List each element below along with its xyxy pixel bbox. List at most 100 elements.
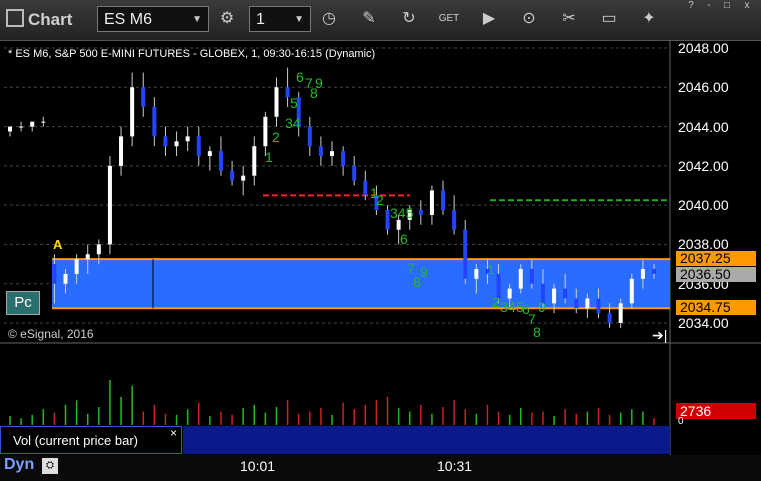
tpo-digit: 34 xyxy=(285,115,301,131)
candle-body xyxy=(563,288,568,299)
price-chart[interactable]: 6 7 98534211234567 9812 3 4 56 978 xyxy=(0,40,761,481)
candle-body xyxy=(352,165,357,181)
candle-body xyxy=(474,268,479,279)
price-axis-label: 2048.00 xyxy=(678,40,729,56)
time-axis xyxy=(0,455,761,481)
price-axis-label: 2040.00 xyxy=(678,197,729,214)
candle-body xyxy=(441,190,446,211)
tpo-digit: 9 xyxy=(420,264,428,280)
candle-body xyxy=(463,229,468,279)
price-axis-label: 2044.00 xyxy=(678,118,729,135)
candle-body xyxy=(119,136,124,166)
tpo-digit: 1 xyxy=(487,261,495,277)
candle-body xyxy=(385,210,390,230)
gear-icon[interactable]: ⚙ xyxy=(214,7,240,31)
candle-body xyxy=(585,298,590,309)
tpo-digit: 8 xyxy=(533,324,541,340)
candle-body xyxy=(518,268,523,289)
copyright: © eSignal, 2016 xyxy=(8,327,94,341)
volume-axis-zero: 0 xyxy=(678,416,684,427)
twitter-icon[interactable]: ✦ xyxy=(636,7,662,31)
get-icon[interactable]: GET xyxy=(436,7,462,31)
time-label: 10:01 xyxy=(240,458,276,474)
candle-body xyxy=(207,151,212,157)
candle-body xyxy=(341,151,346,166)
minimize-button[interactable]: - xyxy=(701,0,717,12)
candle-body xyxy=(107,165,112,245)
dyn-label[interactable]: Dyn xyxy=(4,456,34,474)
play-icon[interactable]: ▶ xyxy=(476,7,502,31)
candle-body xyxy=(574,298,579,309)
price-axis-label: 2042.00 xyxy=(678,157,729,174)
app-title-text: Chart xyxy=(28,10,73,29)
symbol-input[interactable]: ES M6 ▼ xyxy=(97,6,209,32)
candle-body xyxy=(52,264,57,284)
candle-body xyxy=(130,87,135,137)
toolbar: Chart ES M6 ▼ ⚙ 1 ▼ ◷ ✎ ↻ GET ▶ ⊙ ✂ ▭ ✦ ? … xyxy=(0,0,761,41)
tpo-digit: 2 xyxy=(492,294,500,310)
value-area-high-tag: 2037.25 xyxy=(676,251,756,266)
tpo-digit: 3 xyxy=(500,299,508,315)
lock-icon[interactable]: ⛭ xyxy=(42,458,58,474)
volume-panel-label[interactable]: Vol (current price bar) xyxy=(0,426,182,454)
tpo-digit: 6 xyxy=(400,231,408,247)
value-area-low-tag: 2034.75 xyxy=(676,300,756,315)
link-icon[interactable]: ✂ xyxy=(556,7,582,31)
candle-body xyxy=(252,146,257,176)
candle-body xyxy=(63,273,68,284)
candle-body xyxy=(607,313,612,323)
tpo-digit: 6 xyxy=(296,69,304,85)
candle-body xyxy=(30,121,35,127)
candle-body xyxy=(596,298,601,314)
candle-body xyxy=(85,254,90,260)
maximize-button[interactable]: □ xyxy=(719,0,735,12)
close-button[interactable]: x xyxy=(739,0,755,12)
last-price-tag: 2036.50 xyxy=(676,267,756,282)
pc-button[interactable]: Pc xyxy=(6,291,40,315)
candle-body xyxy=(141,87,146,107)
cursor-icon[interactable]: ⊙ xyxy=(516,7,542,31)
tpo-digit: 1 xyxy=(265,149,273,165)
chevron-down-icon[interactable]: ▼ xyxy=(294,7,304,33)
candle-body xyxy=(629,278,634,304)
candle-body xyxy=(363,180,368,196)
candle-body xyxy=(8,126,12,132)
candle-body xyxy=(507,288,512,299)
candle-body xyxy=(452,210,457,230)
candle-body xyxy=(618,303,623,323)
close-icon[interactable]: × xyxy=(170,426,177,440)
scroll-to-end-icon[interactable]: ➔| xyxy=(652,327,667,344)
tpo-digit: 5 xyxy=(290,95,298,111)
pencil-icon[interactable]: ✎ xyxy=(356,7,382,31)
candle-body xyxy=(330,151,334,157)
candle-body xyxy=(640,268,645,279)
volume-panel-bar xyxy=(183,426,670,454)
candle-body xyxy=(652,268,656,274)
candle-body xyxy=(185,136,190,142)
candle-body xyxy=(230,170,235,181)
candle-body xyxy=(552,288,557,304)
tpo-digit: 2 xyxy=(376,192,384,208)
candle-body xyxy=(174,141,179,147)
refresh-icon[interactable]: ↻ xyxy=(396,7,422,31)
candle-body xyxy=(274,87,279,117)
help-button[interactable]: ? xyxy=(683,0,699,12)
interval-input[interactable]: 1 ▼ xyxy=(249,6,311,32)
tpo-digit: 4 xyxy=(508,299,516,315)
clock-icon[interactable]: ◷ xyxy=(316,7,342,31)
candle-body xyxy=(396,219,401,230)
volume-tag: 2736 xyxy=(676,403,756,419)
candle-body xyxy=(152,106,157,137)
tpo-digit: 8 xyxy=(310,85,318,101)
chart-window-icon xyxy=(6,9,24,27)
tpo-digit: 8 xyxy=(413,274,421,290)
chart-header: * ES M6, S&P 500 E-MINI FUTURES - GLOBEX… xyxy=(8,48,376,60)
candle-body xyxy=(163,136,168,147)
candle-body xyxy=(307,126,312,147)
interval-value: 1 xyxy=(256,11,265,28)
price-axis-label: 2046.00 xyxy=(678,79,729,96)
app-title: Chart xyxy=(6,9,72,30)
chevron-down-icon[interactable]: ▼ xyxy=(192,7,202,33)
comment-icon[interactable]: ▭ xyxy=(596,7,622,31)
candle-body xyxy=(285,87,290,98)
